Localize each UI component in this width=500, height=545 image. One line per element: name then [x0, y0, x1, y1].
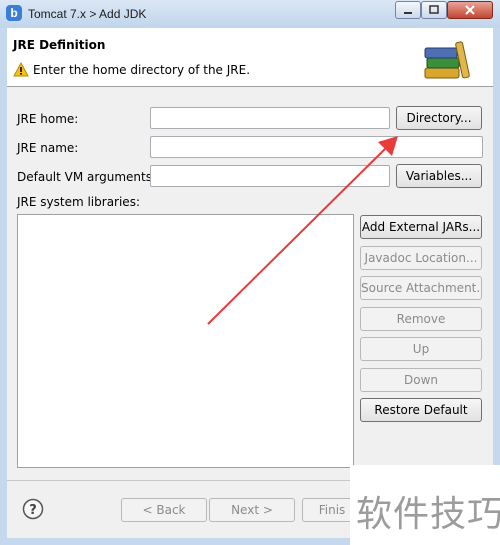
watermark-text: 软件技巧: [356, 494, 500, 535]
annotation-arrow: [207, 136, 398, 325]
